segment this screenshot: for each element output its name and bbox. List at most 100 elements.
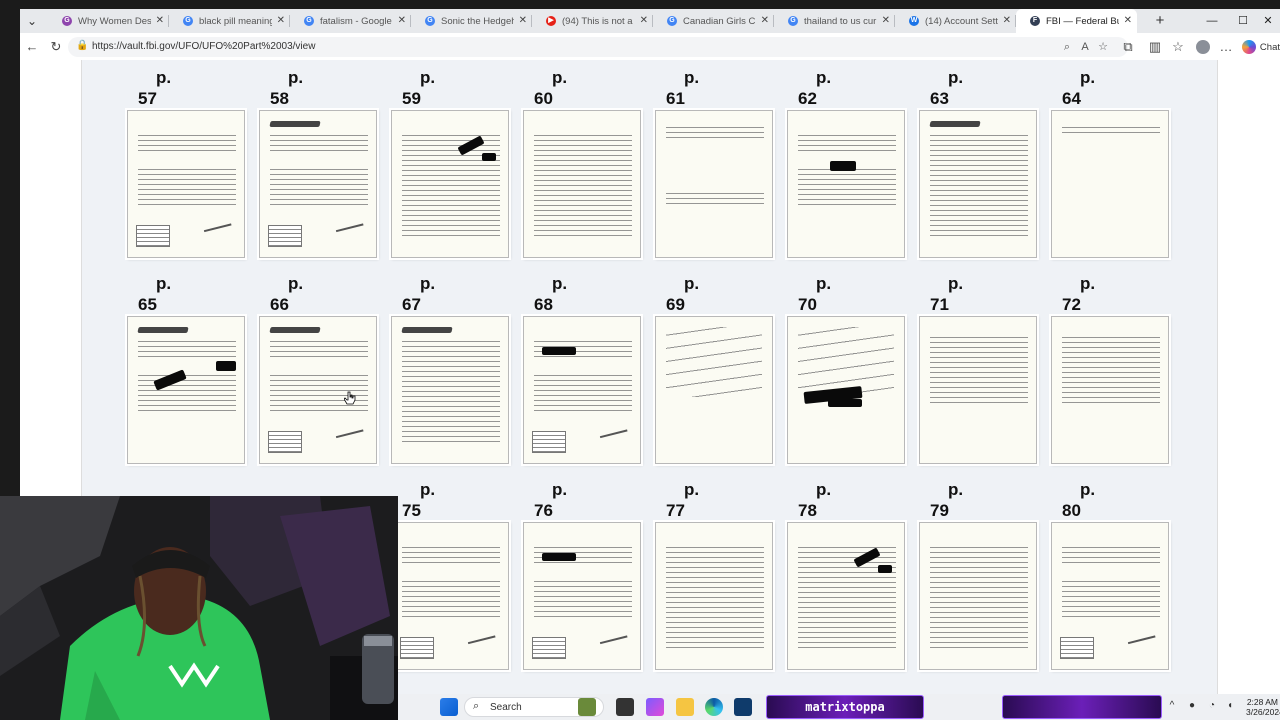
- tab-close-icon[interactable]: ✕: [640, 14, 648, 28]
- page-thumbnail-item[interactable]: p. 58: [256, 60, 377, 260]
- page-thumbnail-image[interactable]: [919, 110, 1037, 258]
- new-tab-icon[interactable]: +: [1152, 13, 1168, 29]
- tab-close-icon[interactable]: ✕: [761, 14, 769, 28]
- microphone-icon[interactable]: ●: [1186, 700, 1198, 712]
- page-thumbnail-item[interactable]: p. 79: [916, 472, 1037, 672]
- page-thumbnail-item[interactable]: p. 62: [784, 60, 905, 260]
- maximize-icon[interactable]: ☐: [1231, 13, 1255, 29]
- page-number-label: 69: [666, 295, 685, 314]
- browser-tab[interactable]: Gfatalism - Google Search ✕: [290, 9, 411, 33]
- tab-label: Sonic the Hedgehog 4: [441, 15, 514, 27]
- page-thumbnail-item[interactable]: p. 66: [256, 266, 377, 466]
- page-thumbnail-item[interactable]: p. 72: [1048, 266, 1169, 466]
- tab-close-icon[interactable]: ✕: [1124, 14, 1132, 28]
- address-url[interactable]: https://vault.fbi.gov/UFO/UFO%20Part%200…: [92, 41, 315, 52]
- page-thumbnail-image[interactable]: [523, 522, 641, 670]
- tab-close-icon[interactable]: ✕: [519, 14, 527, 28]
- page-thumbnail-image[interactable]: [919, 316, 1037, 464]
- page-thumbnail-image[interactable]: [127, 110, 245, 258]
- page-thumbnail-image[interactable]: [259, 316, 377, 464]
- zoom-icon[interactable]: ⌕: [1060, 40, 1074, 54]
- page-thumbnail-image[interactable]: [1051, 522, 1169, 670]
- page-thumbnail-image[interactable]: [787, 110, 905, 258]
- page-thumbnail-item[interactable]: p. 63: [916, 60, 1037, 260]
- page-thumbnail-item[interactable]: p. 70: [784, 266, 905, 466]
- page-thumbnail-item[interactable]: p. 67: [388, 266, 509, 466]
- browser-tab[interactable]: G Sonic the Hedgehog 4 ✕: [411, 9, 532, 33]
- page-thumbnail-image[interactable]: [523, 110, 641, 258]
- volume-icon[interactable]: ◖: [1224, 700, 1236, 712]
- page-thumbnail-image[interactable]: [1051, 110, 1169, 258]
- page-thumbnail-image[interactable]: [391, 316, 509, 464]
- extensions-icon[interactable]: ⧉: [1120, 39, 1136, 55]
- page-thumbnail-item[interactable]: p. 61: [652, 60, 773, 260]
- page-thumbnail-image[interactable]: [655, 316, 773, 464]
- tab-menu-chevron-icon[interactable]: ⌄: [24, 13, 40, 29]
- system-clock[interactable]: 2:28 AM 3/26/2024: [1246, 697, 1280, 717]
- page-thumbnail-item[interactable]: p. 68: [520, 266, 641, 466]
- page-number-label: 57: [138, 89, 157, 108]
- tray-chevron-icon[interactable]: ^: [1166, 700, 1178, 712]
- page-prefix-label: p.: [684, 480, 700, 499]
- page-thumbnail-item[interactable]: p. 64: [1048, 60, 1169, 260]
- start-windows-icon[interactable]: [440, 698, 458, 716]
- page-thumbnail-item[interactable]: p. 77: [652, 472, 773, 672]
- page-thumbnail-image[interactable]: [919, 522, 1037, 670]
- read-aloud-icon[interactable]: A: [1078, 40, 1092, 54]
- browser-tab[interactable]: Gthailand to us currency ✕: [774, 9, 895, 33]
- store-icon[interactable]: [734, 698, 752, 716]
- file-explorer-icon[interactable]: [676, 698, 694, 716]
- refresh-icon[interactable]: ↻: [48, 39, 64, 55]
- page-thumbnail-item[interactable]: p. 59: [388, 60, 509, 260]
- page-thumbnail-item[interactable]: p. 69: [652, 266, 773, 466]
- taskbar-app-matrixtoppa[interactable]: matrixtoppa: [766, 695, 924, 719]
- tab-close-icon[interactable]: ✕: [1003, 14, 1011, 28]
- tab-close-icon[interactable]: ✕: [156, 14, 164, 28]
- page-thumbnail-image[interactable]: [787, 316, 905, 464]
- tab-close-icon[interactable]: ✕: [277, 14, 285, 28]
- window-close-icon[interactable]: ✕: [1256, 13, 1280, 29]
- edge-browser-icon[interactable]: [705, 698, 723, 716]
- page-thumbnail-image[interactable]: [259, 110, 377, 258]
- more-menu-icon[interactable]: …: [1218, 39, 1234, 55]
- page-thumbnail-item[interactable]: p. 78: [784, 472, 905, 672]
- minimize-icon[interactable]: —: [1200, 13, 1224, 29]
- copilot-taskbar-icon[interactable]: [646, 698, 664, 716]
- tab-close-icon[interactable]: ✕: [398, 14, 406, 28]
- page-thumbnail-image[interactable]: [127, 316, 245, 464]
- page-thumbnail-image[interactable]: [391, 110, 509, 258]
- copilot-button[interactable]: Chat: [1241, 37, 1280, 57]
- browser-tab[interactable]: F FBI — Federal Bureau of ✕: [1016, 9, 1137, 33]
- page-thumbnail-item[interactable]: p. 57: [124, 60, 245, 260]
- browser-tab[interactable]: Gblack pill meaning - Goo ✕: [169, 9, 290, 33]
- page-thumbnail-item[interactable]: p. 65: [124, 266, 245, 466]
- page-thumbnail-item[interactable]: p. 75: [388, 472, 509, 672]
- page-thumbnail-item[interactable]: p. 80: [1048, 472, 1169, 672]
- favorites-icon[interactable]: ☆: [1170, 39, 1186, 55]
- page-thumbnail-item[interactable]: p. 71: [916, 266, 1037, 466]
- taskbar-app-secondary[interactable]: [1002, 695, 1162, 719]
- browser-tab[interactable]: G Why Women Deserve L ✕: [48, 9, 169, 33]
- page-thumbnail-item[interactable]: p. 76: [520, 472, 641, 672]
- wifi-icon[interactable]: ◔: [1206, 700, 1218, 712]
- favorite-star-icon[interactable]: ☆: [1096, 40, 1110, 54]
- browser-tab[interactable]: ▶ (94) This is not a F*** ✕: [532, 9, 653, 33]
- back-icon[interactable]: ←: [24, 39, 40, 55]
- browser-tab[interactable]: G Canadian Girls Challeng ✕: [653, 9, 774, 33]
- split-screen-icon[interactable]: ▥: [1147, 39, 1163, 55]
- task-view-icon[interactable]: [616, 698, 634, 716]
- address-bar[interactable]: 🔒 https://vault.fbi.gov/UFO/UFO%20Part%2…: [68, 37, 1128, 57]
- page-thumbnail-image[interactable]: [655, 110, 773, 258]
- page-prefix-label: p.: [948, 480, 964, 499]
- browser-tab[interactable]: W (14) Account Settings / ✕: [895, 9, 1016, 33]
- page-thumbnail-image[interactable]: [391, 522, 509, 670]
- page-thumbnail-image[interactable]: [1051, 316, 1169, 464]
- widgets-icon[interactable]: [578, 698, 596, 716]
- page-thumbnail-image[interactable]: [655, 522, 773, 670]
- page-thumbnail-image[interactable]: [523, 316, 641, 464]
- page-thumbnail-image[interactable]: [787, 522, 905, 670]
- tab-close-icon[interactable]: ✕: [882, 14, 890, 28]
- profile-avatar[interactable]: [1196, 40, 1210, 54]
- page-thumbnail-item[interactable]: p. 60: [520, 60, 641, 260]
- page-number-label: 77: [666, 501, 685, 520]
